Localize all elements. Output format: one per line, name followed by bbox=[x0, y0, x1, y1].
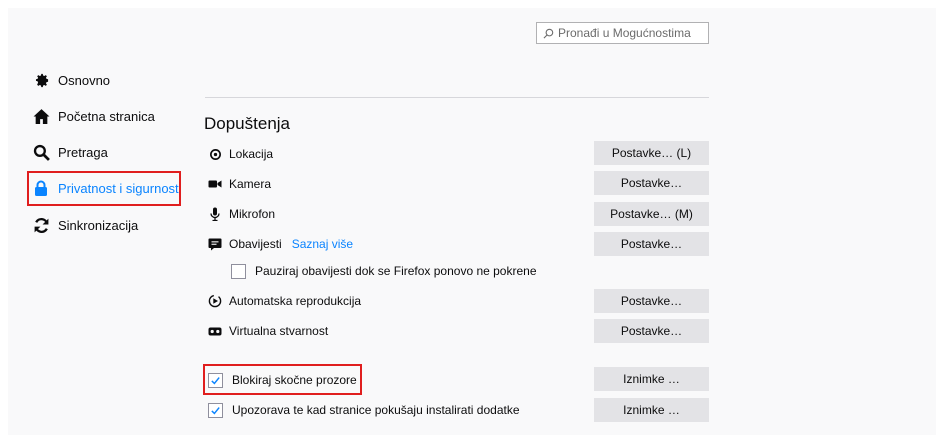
pause-notifications-row: Pauziraj obavijesti dok se Firefox ponov… bbox=[231, 261, 537, 281]
camera-icon bbox=[208, 177, 222, 191]
notifications-settings-button[interactable]: Postavke… bbox=[594, 232, 709, 256]
section-title: Dopuštenja bbox=[204, 114, 291, 133]
gear-icon bbox=[32, 71, 50, 89]
pause-notifications-checkbox[interactable] bbox=[231, 263, 246, 279]
search-icon bbox=[32, 143, 50, 161]
sidebar-item-pocetna-stranica[interactable]: Početna stranica bbox=[32, 105, 155, 127]
block-popups-exceptions-button[interactable]: Iznimke … bbox=[594, 367, 709, 391]
sync-icon bbox=[32, 216, 50, 234]
permission-label: Kamera bbox=[229, 177, 272, 191]
permission-label: Mikrofon bbox=[229, 207, 276, 221]
permission-label: Obavijesti bbox=[229, 237, 282, 251]
search-placeholder: Pronađi u Mogućnostima bbox=[558, 26, 691, 40]
location-icon bbox=[208, 147, 222, 161]
notification-icon bbox=[208, 237, 222, 251]
search-icon bbox=[543, 28, 554, 38]
permission-row-camera: Kamera bbox=[208, 174, 271, 194]
permission-label: Automatska reprodukcija bbox=[229, 294, 362, 308]
warn-addons-checkbox[interactable] bbox=[208, 402, 223, 418]
autoplay-settings-button[interactable]: Postavke… bbox=[594, 289, 709, 313]
sidebar-item-sinkronizacija[interactable]: Sinkronizacija bbox=[32, 214, 138, 236]
permission-row-notifications: Obavijesti Saznaj više bbox=[208, 234, 353, 254]
microphone-icon bbox=[208, 207, 222, 221]
home-icon bbox=[32, 107, 50, 125]
sidebar-item-label: Početna stranica bbox=[58, 108, 155, 124]
highlight-sidebar-privacy bbox=[27, 171, 181, 206]
microphone-settings-button[interactable]: Postavke… (M) bbox=[594, 202, 709, 226]
sidebar-item-pretraga[interactable]: Pretraga bbox=[32, 141, 108, 163]
search-input[interactable]: Pronađi u Mogućnostima bbox=[536, 22, 709, 44]
section-divider bbox=[205, 97, 709, 98]
camera-settings-button[interactable]: Postavke… bbox=[594, 171, 709, 195]
autoplay-icon bbox=[208, 294, 222, 308]
learn-more-link[interactable]: Saznaj više bbox=[292, 237, 353, 251]
warn-addons-row: Upozorava te kad stranice pokušaju insta… bbox=[208, 400, 520, 420]
permission-row-vr: Virtualna stvarnost bbox=[208, 321, 328, 341]
highlight-block-popups bbox=[203, 364, 362, 395]
warn-addons-label: Upozorava te kad stranice pokušaju insta… bbox=[232, 403, 520, 417]
vr-icon bbox=[208, 324, 222, 338]
sidebar-item-label: Osnovno bbox=[58, 72, 111, 88]
permission-row-microphone: Mikrofon bbox=[208, 204, 275, 224]
preferences-page: Pronađi u Mogućnostima Osnovno Početna s… bbox=[8, 8, 936, 435]
sidebar-item-label: Sinkronizacija bbox=[58, 217, 139, 233]
sidebar-item-osnovno[interactable]: Osnovno bbox=[32, 69, 110, 91]
permission-label: Lokacija bbox=[229, 147, 274, 161]
sidebar-item-label: Pretraga bbox=[58, 144, 108, 160]
checkmark-icon bbox=[211, 406, 220, 415]
warn-addons-exceptions-button[interactable]: Iznimke … bbox=[594, 398, 709, 422]
vr-settings-button[interactable]: Postavke… bbox=[594, 319, 709, 343]
location-settings-button[interactable]: Postavke… (L) bbox=[594, 141, 709, 165]
permission-label: Virtualna stvarnost bbox=[229, 324, 329, 338]
permission-row-autoplay: Automatska reprodukcija bbox=[208, 291, 361, 311]
permission-row-location: Lokacija bbox=[208, 144, 273, 164]
pause-notifications-label: Pauziraj obavijesti dok se Firefox ponov… bbox=[255, 264, 537, 278]
